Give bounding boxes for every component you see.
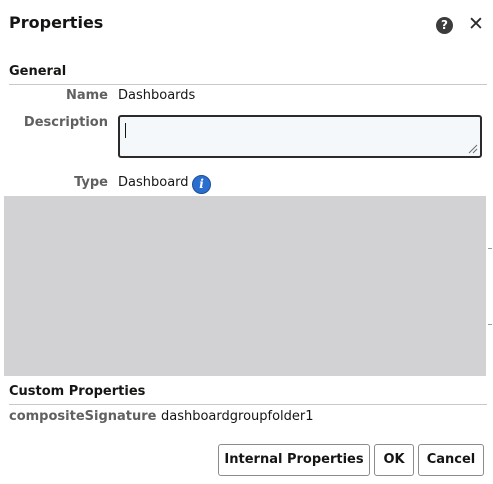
cancel-button[interactable]: Cancel (418, 444, 484, 476)
description-field[interactable] (118, 115, 482, 158)
help-icon[interactable]: ? (436, 17, 453, 34)
custom-section-title: Custom Properties (9, 384, 146, 399)
resize-grip-icon[interactable] (468, 144, 478, 154)
type-value: Dashboard (118, 175, 189, 190)
dialog-title: Properties (9, 13, 104, 32)
ok-button[interactable]: OK (374, 444, 414, 476)
custom-property-key: compositeSignature (9, 409, 157, 424)
general-section-title: General (9, 64, 67, 79)
properties-dialog: Properties ? ✕ General Name Dashboards D… (0, 0, 493, 484)
description-label: Description (23, 115, 108, 130)
text-caret (125, 123, 126, 138)
internal-properties-button[interactable]: Internal Properties (218, 444, 370, 476)
custom-property-value: dashboardgroupfolder1 (161, 409, 314, 424)
properties-content-panel (4, 196, 486, 376)
info-icon[interactable]: i (192, 175, 211, 194)
general-divider (9, 84, 487, 85)
name-label: Name (65, 88, 108, 103)
close-icon[interactable]: ✕ (467, 14, 485, 34)
custom-divider (9, 404, 487, 405)
type-label: Type (74, 175, 108, 190)
scrollbar-track[interactable] (486, 196, 493, 376)
name-value: Dashboards (118, 88, 196, 103)
